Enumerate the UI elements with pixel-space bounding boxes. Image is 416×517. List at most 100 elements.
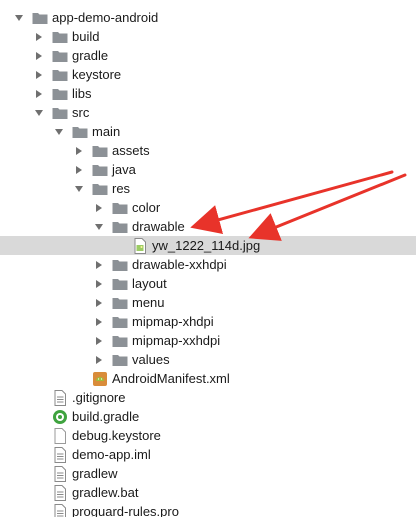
folder-icon [92, 182, 108, 196]
tree-file-row[interactable]: demo-app.iml [0, 445, 416, 464]
iml-file-icon [52, 446, 68, 463]
tree-item-label: gradlew.bat [72, 485, 139, 500]
tree-folder-row[interactable]: drawable [0, 217, 416, 236]
tree-folder-row[interactable]: assets [0, 141, 416, 160]
tree-item-label: res [112, 181, 131, 196]
tree-item-label: gradlew [72, 466, 118, 481]
image-file-icon [132, 237, 148, 254]
tree-folder-row[interactable]: mipmap-xxhdpi [0, 331, 416, 350]
tree-folder-row[interactable]: mipmap-xhdpi [0, 312, 416, 331]
tree-folder-row[interactable]: keystore [0, 65, 416, 84]
tree-item-label: app-demo-android [52, 10, 159, 25]
tree-item-label: build.gradle [72, 409, 140, 424]
folder-icon [92, 144, 108, 158]
chevron-right-icon[interactable] [94, 317, 104, 327]
tree-file-row[interactable]: yw_1222_114d.jpg [0, 236, 416, 255]
tree-folder-row[interactable]: build [0, 27, 416, 46]
folder-icon [72, 125, 88, 139]
text-file-icon [52, 484, 68, 501]
tree-item-label: build [72, 29, 100, 44]
tree-item-label: values [132, 352, 170, 367]
gradle-file-icon [52, 409, 68, 424]
tree-folder-row[interactable]: layout [0, 274, 416, 293]
folder-icon [52, 87, 68, 101]
folder-icon [112, 334, 128, 348]
tree-file-row[interactable]: debug.keystore [0, 426, 416, 445]
chevron-down-icon[interactable] [14, 13, 24, 23]
tree-folder-row[interactable]: drawable-xxhdpi [0, 255, 416, 274]
tree-item-label: demo-app.iml [72, 447, 151, 462]
folder-icon [112, 277, 128, 291]
android-manifest-icon [92, 371, 108, 386]
chevron-right-icon[interactable] [94, 260, 104, 270]
tree-item-label: menu [132, 295, 165, 310]
folder-icon [112, 220, 128, 234]
folder-icon [112, 258, 128, 272]
tree-item-label: assets [112, 143, 150, 158]
tree-folder-row[interactable]: gradle [0, 46, 416, 65]
tree-item-label: AndroidManifest.xml [112, 371, 230, 386]
folder-icon [112, 296, 128, 310]
chevron-right-icon[interactable] [34, 89, 44, 99]
chevron-right-icon[interactable] [94, 298, 104, 308]
text-file-icon [52, 389, 68, 406]
tree-item-label: drawable [132, 219, 185, 234]
chevron-right-icon[interactable] [74, 165, 84, 175]
folder-icon [52, 30, 68, 44]
tree-folder-row[interactable]: color [0, 198, 416, 217]
tree-folder-row[interactable]: java [0, 160, 416, 179]
text-file-icon [52, 503, 68, 517]
file-icon [52, 427, 68, 444]
folder-icon [112, 353, 128, 367]
tree-folder-row[interactable]: main [0, 122, 416, 141]
tree-item-label: proguard-rules.pro [72, 504, 179, 517]
tree-folder-row[interactable]: res [0, 179, 416, 198]
tree-folder-row[interactable]: app-demo-android [0, 8, 416, 27]
tree-item-label: libs [72, 86, 92, 101]
tree-item-label: mipmap-xxhdpi [132, 333, 221, 348]
tree-item-label: color [132, 200, 161, 215]
chevron-right-icon[interactable] [94, 355, 104, 365]
tree-item-label: keystore [72, 67, 122, 82]
folder-icon [52, 68, 68, 82]
tree-folder-row[interactable]: libs [0, 84, 416, 103]
folder-icon [112, 201, 128, 215]
tree-item-label: gradle [72, 48, 109, 63]
folder-icon [32, 11, 48, 25]
chevron-down-icon[interactable] [54, 127, 64, 137]
tree-file-row[interactable]: .gitignore [0, 388, 416, 407]
tree-file-row[interactable]: AndroidManifest.xml [0, 369, 416, 388]
tree-file-row[interactable]: build.gradle [0, 407, 416, 426]
tree-item-label: .gitignore [72, 390, 126, 405]
text-file-icon [52, 465, 68, 482]
chevron-right-icon[interactable] [34, 70, 44, 80]
tree-folder-row[interactable]: menu [0, 293, 416, 312]
folder-icon [92, 163, 108, 177]
chevron-right-icon[interactable] [34, 32, 44, 42]
chevron-right-icon[interactable] [94, 279, 104, 289]
chevron-right-icon[interactable] [74, 146, 84, 156]
tree-item-label: layout [132, 276, 167, 291]
chevron-right-icon[interactable] [94, 203, 104, 213]
tree-item-label: java [112, 162, 136, 177]
tree-folder-row[interactable]: src [0, 103, 416, 122]
folder-icon [112, 315, 128, 329]
tree-item-label: yw_1222_114d.jpg [152, 238, 261, 253]
chevron-right-icon[interactable] [34, 51, 44, 61]
folder-icon [52, 49, 68, 63]
tree-item-label: drawable-xxhdpi [132, 257, 227, 272]
tree-file-row[interactable]: gradlew [0, 464, 416, 483]
tree-folder-row[interactable]: values [0, 350, 416, 369]
tree-item-label: main [92, 124, 121, 139]
project-tree: app-demo-android build gradle keystore libs s… [0, 0, 416, 517]
chevron-down-icon[interactable] [94, 222, 104, 232]
chevron-down-icon[interactable] [74, 184, 84, 194]
tree-item-label: src [72, 105, 90, 120]
chevron-down-icon[interactable] [34, 108, 44, 118]
tree-file-row[interactable]: gradlew.bat [0, 483, 416, 502]
tree-file-row[interactable]: proguard-rules.pro [0, 502, 416, 517]
chevron-right-icon[interactable] [94, 336, 104, 346]
tree-item-label: mipmap-xhdpi [132, 314, 214, 329]
folder-icon [52, 106, 68, 120]
tree-item-label: debug.keystore [72, 428, 161, 443]
